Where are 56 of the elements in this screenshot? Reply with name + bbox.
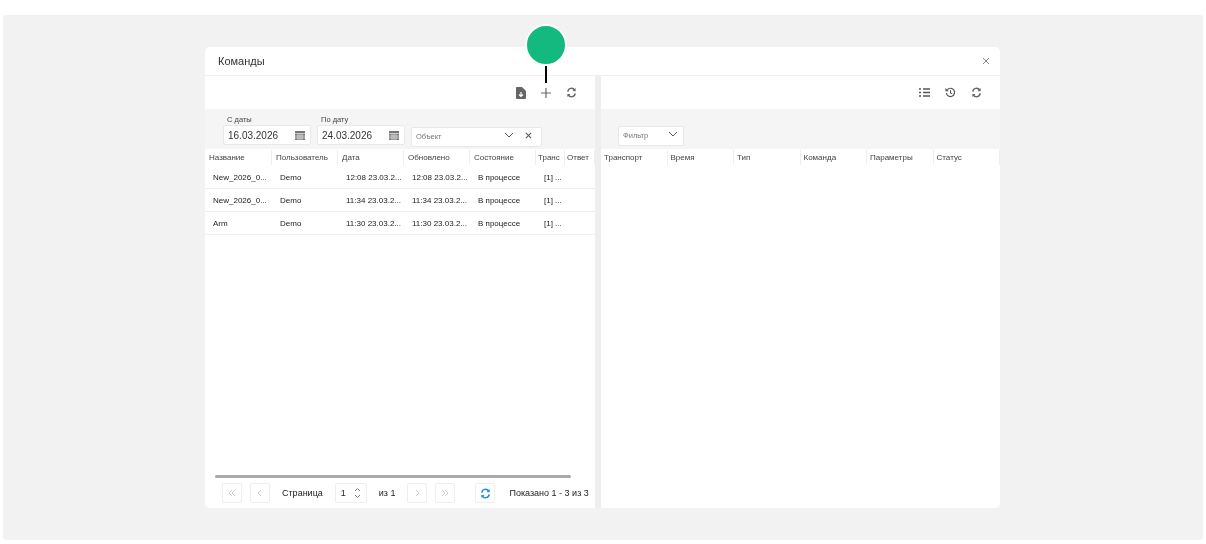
table-cell-text: Demo: [279, 172, 303, 182]
table-cell-text: 11:30 23.03.2...: [411, 218, 468, 228]
date-field[interactable]: 24.03.2026: [317, 125, 405, 145]
table-cell-text: Demo: [279, 195, 303, 205]
double-chevron-left-icon: [228, 489, 236, 497]
column-header[interactable]: Транс: [536, 150, 565, 165]
table-cell-text: New_2026_0...: [212, 172, 268, 182]
page-number-field[interactable]: 1: [334, 483, 367, 503]
list-icon[interactable]: [919, 88, 930, 97]
double-chevron-right-icon: [441, 489, 450, 497]
table-cell-text: В процессе: [477, 195, 522, 205]
clear-icon[interactable]: [525, 131, 532, 139]
table-cell-text: Demo: [279, 218, 303, 228]
results-summary: Показано 1 - 3 из 3: [509, 488, 589, 498]
table-cell-text: Arm: [212, 218, 229, 228]
refresh-icon: [479, 487, 491, 499]
column-header[interactable]: Состояние: [470, 150, 536, 165]
column-header[interactable]: Дата: [338, 150, 404, 165]
file-download-icon[interactable]: [516, 86, 527, 99]
column-header[interactable]: Команда: [800, 150, 867, 165]
calendar-icon[interactable]: [389, 130, 399, 140]
refresh-button[interactable]: [475, 483, 496, 503]
chevron-down-icon[interactable]: [668, 131, 678, 137]
table-cell-text: 11:34 23.03.2...: [345, 195, 402, 205]
table-cell-text: 11:34 23.03.2...: [411, 195, 468, 205]
calendar-icon[interactable]: [295, 130, 305, 140]
column-header[interactable]: Тип: [734, 150, 801, 165]
table-cell-text: [1] ...: [543, 172, 563, 182]
table-cell-text: В процессе: [477, 172, 522, 182]
column-header[interactable]: Параметры: [867, 150, 934, 165]
chevron-left-icon: [256, 489, 264, 497]
refresh-icon[interactable]: [971, 87, 982, 98]
column-header[interactable]: Пользователь: [272, 150, 338, 165]
plus-icon[interactable]: [541, 87, 552, 98]
table-cell-text: В процессе: [477, 218, 522, 228]
table-cell-text: 12:08 23.03.2...: [411, 172, 469, 182]
column-header[interactable]: Время: [667, 150, 734, 165]
table-cell-text: New_2026_0...: [212, 195, 268, 205]
table-cell-text: [1] ...: [543, 195, 563, 205]
history-icon[interactable]: [945, 87, 956, 98]
column-header[interactable]: Статус: [933, 150, 1000, 165]
chevron-down-icon[interactable]: [504, 132, 514, 138]
table-cell-text: [1] ...: [543, 218, 563, 228]
column-header[interactable]: Обновлено: [404, 150, 470, 165]
page-label: Страница: [282, 488, 323, 498]
table-cell-text: 11:30 23.03.2...: [345, 218, 402, 228]
dialog-title: Команды: [218, 55, 265, 67]
table-cell-text: 12:08 23.03.2...: [345, 172, 403, 182]
chevron-right-icon: [413, 489, 422, 497]
date-field[interactable]: 16.03.2026: [223, 125, 311, 145]
page-count: из 1: [378, 488, 396, 498]
close-icon[interactable]: [982, 57, 990, 65]
column-header[interactable]: Название: [205, 150, 272, 165]
stepper-icon[interactable]: [353, 487, 361, 499]
column-header[interactable]: Транспорт: [601, 150, 668, 165]
refresh-icon[interactable]: [566, 87, 578, 98]
